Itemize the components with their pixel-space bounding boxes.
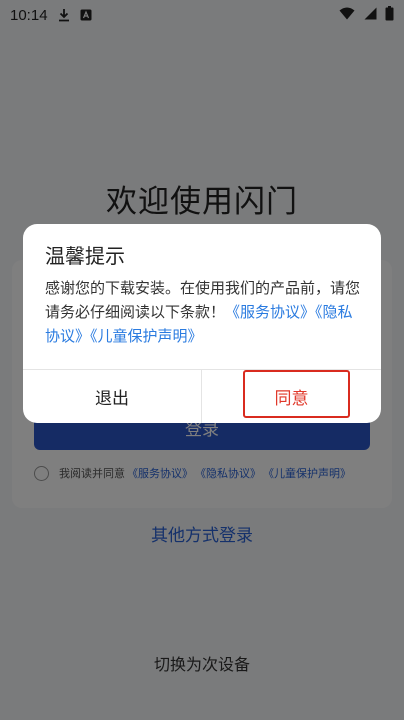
dialog-title: 温馨提示 [45,244,125,268]
dialog-child-protection-link[interactable]: 《儿童保护声明》 [90,327,203,345]
dialog-service-agreement-link[interactable]: 《服务协议》 [225,303,315,321]
app-screen: 10:14 欢迎使用闪门 登录 我阅读并同意 《服务协议》 《隐私协议》 《儿童… [0,0,404,720]
exit-button[interactable]: 退出 [23,370,201,423]
dialog-body: 感谢您的下载安装。在使用我们的产品前，请您请务必仔细阅读以下条款！《服务协议》《… [45,276,365,348]
agree-highlight-box [243,370,350,418]
